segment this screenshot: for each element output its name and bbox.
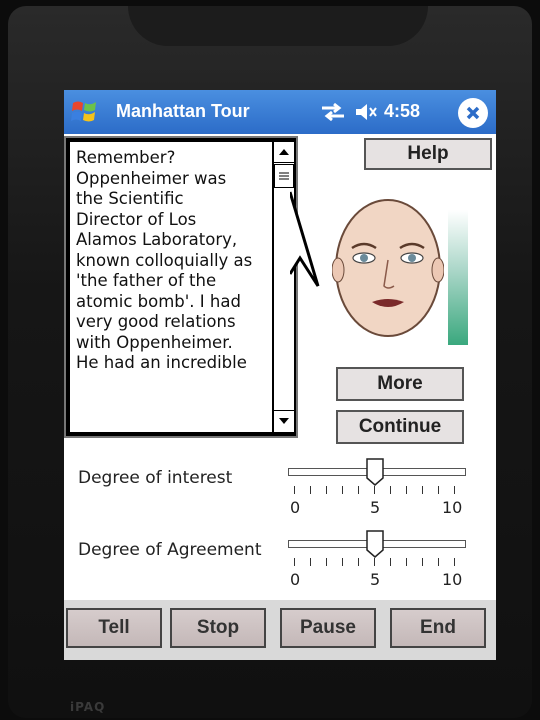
connectivity-arrows-icon[interactable]	[320, 102, 346, 122]
speech-line: very good relations	[76, 312, 236, 331]
continue-button[interactable]: Continue	[336, 410, 464, 444]
speech-bubble-tail	[290, 191, 320, 287]
audio-level-bar	[448, 210, 468, 345]
stop-button[interactable]: Stop	[170, 608, 266, 648]
end-button[interactable]: End	[390, 608, 486, 648]
scroll-up-arrow-icon	[279, 149, 289, 155]
scroll-up-button[interactable]	[274, 142, 294, 163]
speech-line: the Scientific	[76, 189, 184, 208]
close-button[interactable]	[458, 98, 488, 128]
slider-mid-label: 5	[370, 570, 381, 589]
slider-thumb[interactable]	[366, 530, 384, 558]
tell-button[interactable]: Tell	[66, 608, 162, 648]
slider-max-label: 10	[442, 570, 463, 589]
more-button[interactable]: More	[336, 367, 464, 401]
slider-thumb[interactable]	[366, 458, 384, 486]
slider-ticks	[294, 558, 455, 568]
speech-text: Remember? Oppenheimer was the Scientific…	[76, 148, 272, 374]
speech-line: known colloquially as	[76, 250, 253, 270]
device-bezel-top	[128, 6, 428, 46]
speech-panel: Remember? Oppenheimer was the Scientific…	[66, 138, 296, 436]
agreement-slider[interactable]: 0 5 10	[286, 530, 466, 592]
slider-mid-label: 5	[370, 498, 381, 517]
close-x-icon	[466, 106, 480, 120]
slider-min-label: 0	[290, 498, 301, 517]
bottom-toolbar: Tell Stop Pause End	[64, 600, 496, 660]
interest-label: Degree of interest	[78, 468, 233, 488]
speech-line: He had an incredible	[76, 353, 247, 372]
device-brand-logo: iPAQ	[70, 700, 106, 714]
speech-line: Remember?	[76, 148, 176, 167]
agreement-label: Degree of Agreement	[78, 540, 262, 560]
scroll-down-arrow-icon	[279, 418, 289, 424]
speech-line: atomic bomb'. I had	[76, 291, 241, 311]
interest-slider[interactable]: 0 5 10	[286, 458, 466, 520]
help-button[interactable]: Help	[364, 138, 492, 170]
title-bar: Manhattan Tour 4:58	[64, 90, 496, 134]
slider-max-label: 10	[442, 498, 463, 517]
pause-button[interactable]: Pause	[280, 608, 376, 648]
clock[interactable]: 4:58	[384, 101, 420, 122]
scroll-down-button[interactable]	[274, 410, 294, 431]
windows-flag-icon[interactable]	[70, 98, 100, 126]
avatar-face-icon	[332, 199, 444, 337]
screen: Manhattan Tour 4:58 Remember? Oppenheime…	[64, 90, 496, 660]
slider-min-label: 0	[290, 570, 301, 589]
speech-line: 'the father of the	[76, 271, 217, 290]
speech-line: Alamos Laboratory,	[76, 230, 238, 249]
slider-ticks	[294, 486, 455, 496]
speech-line: with Oppenheimer.	[76, 332, 233, 352]
speech-line: Director of Los	[76, 209, 197, 229]
speech-line: Oppenheimer was	[76, 168, 227, 188]
speaker-muted-icon[interactable]	[354, 101, 378, 123]
app-title: Manhattan Tour	[116, 101, 250, 121]
